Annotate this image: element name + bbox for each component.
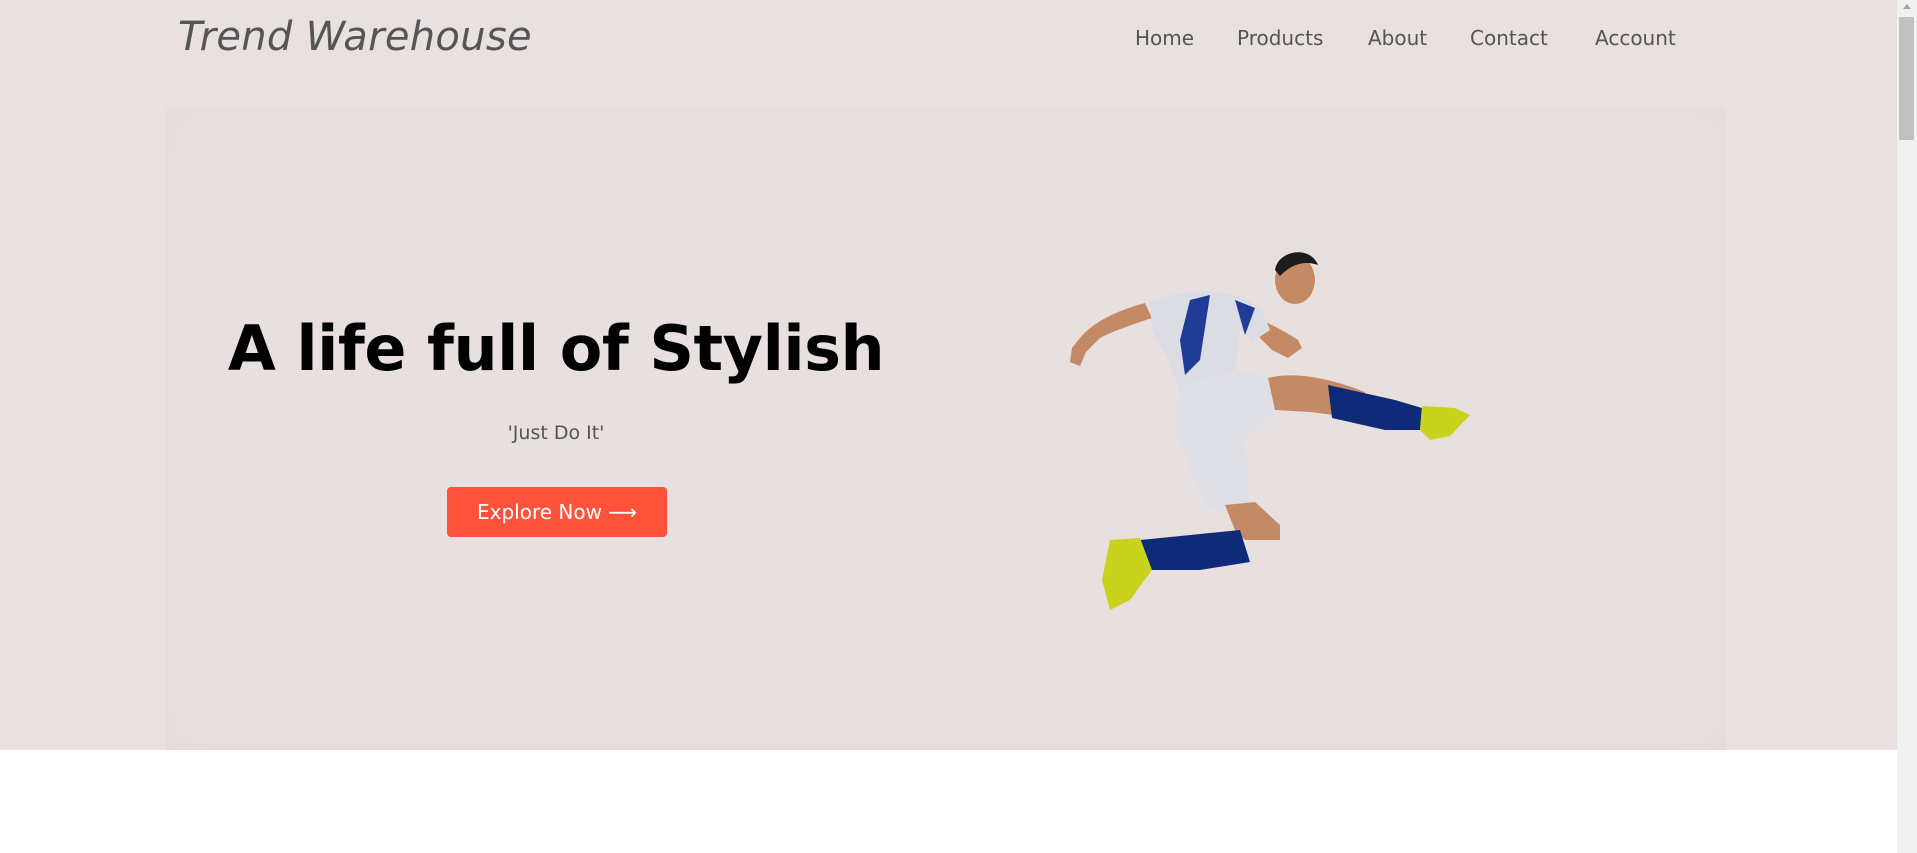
nav-item-home[interactable]: Home xyxy=(1135,26,1194,50)
hero-tagline: 'Just Do It' xyxy=(507,422,605,444)
nav-item-about[interactable]: About xyxy=(1368,26,1427,50)
site-logo[interactable]: Trend Warehouse xyxy=(178,14,532,60)
nav-item-account[interactable]: Account xyxy=(1595,26,1676,50)
soccer-player-kick-image xyxy=(1070,252,1470,610)
scroll-up-arrow-icon[interactable] xyxy=(1903,4,1911,9)
scrollbar-thumb[interactable] xyxy=(1899,17,1914,140)
nav-item-contact[interactable]: Contact xyxy=(1470,26,1548,50)
nav-item-products[interactable]: Products xyxy=(1237,26,1323,50)
explore-now-button[interactable]: Explore Now ⟶ xyxy=(447,487,667,537)
hero-headline: A life full of Stylish xyxy=(227,312,885,385)
